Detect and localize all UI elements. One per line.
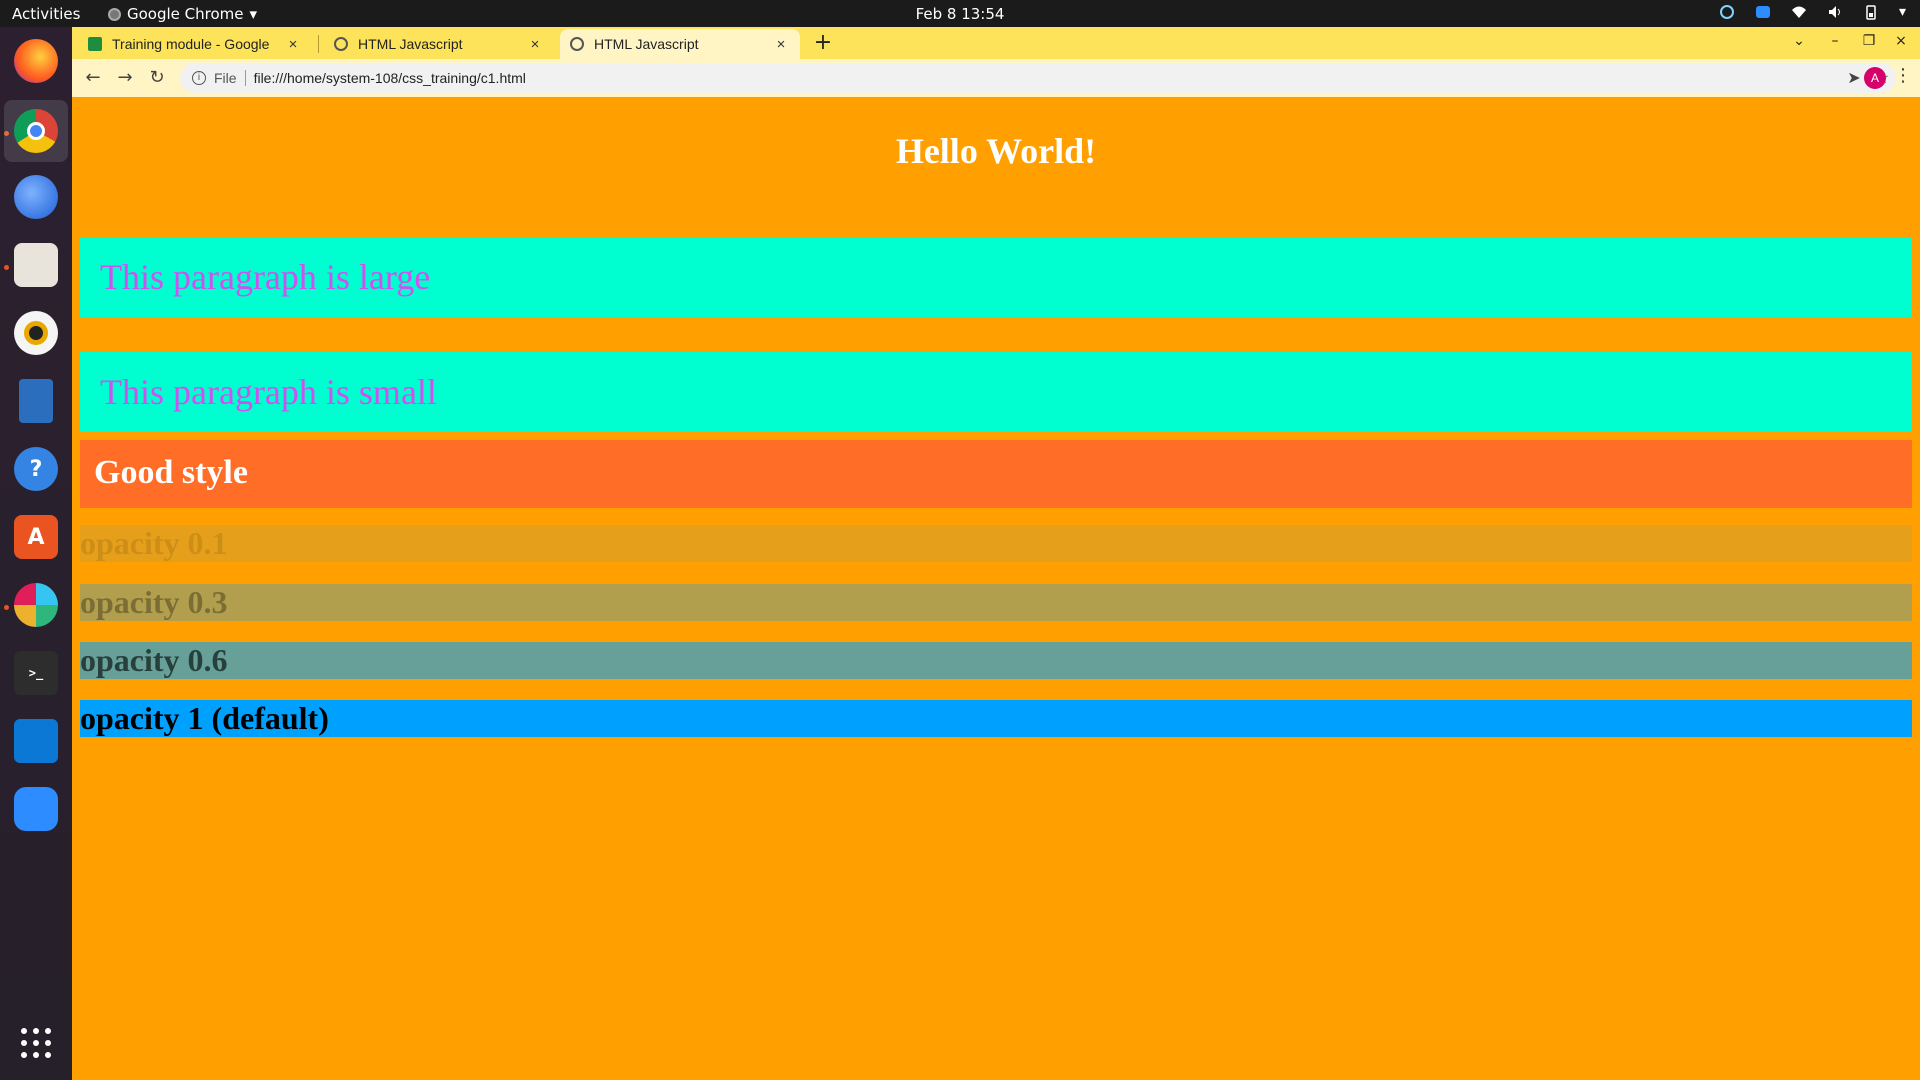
app-menu[interactable]: Google Chrome ▾ [108, 5, 257, 23]
chrome-icon [14, 109, 58, 153]
app-menu-label: Google Chrome [127, 5, 244, 23]
forward-button[interactable]: → [112, 65, 138, 91]
tab-title: HTML Javascript [358, 36, 463, 52]
opacity-bar-0-1: opacity 0.1 [80, 525, 1912, 562]
clock[interactable]: Feb 8 13:54 [0, 5, 1920, 23]
paragraph-small: This paragraph is small [80, 352, 1912, 432]
slack-icon [14, 583, 58, 627]
opacity-bar-background [80, 525, 1912, 562]
opacity-bar-background [80, 642, 1912, 679]
chevron-down-icon: ▾ [249, 5, 258, 23]
wifi-icon[interactable] [1791, 4, 1807, 20]
system-top-bar: Activities Google Chrome ▾ Feb 8 13:54 ▾ [0, 0, 1920, 27]
terminal-icon: >_ [14, 651, 58, 695]
system-tray[interactable]: ▾ [1719, 4, 1906, 20]
battery-icon[interactable] [1863, 4, 1879, 20]
opacity-bar-1-default: opacity 1 (default) [80, 700, 1912, 737]
tab-training-module[interactable]: Training module - Google × [78, 29, 312, 59]
writer-icon [19, 379, 53, 423]
volume-icon[interactable] [1827, 4, 1843, 20]
ubuntu-dock: ? A >_ [0, 27, 72, 1080]
zoom-tray-icon[interactable] [1755, 4, 1771, 20]
close-icon[interactable]: × [526, 36, 544, 53]
new-tab-button[interactable]: + [810, 31, 836, 57]
back-button[interactable]: ← [80, 65, 106, 91]
url-scheme-label: File [214, 70, 237, 86]
close-icon[interactable]: × [284, 36, 302, 53]
opacity-bar-label: opacity 1 (default) [80, 700, 329, 736]
good-style-heading: Good style [80, 440, 1912, 508]
system-menu-chevron-icon[interactable]: ▾ [1899, 4, 1906, 20]
close-icon[interactable]: × [772, 36, 790, 53]
dock-help[interactable]: ? [10, 443, 62, 495]
globe-icon [334, 37, 348, 51]
opacity-bar-background [80, 584, 1912, 621]
dock-software[interactable]: A [10, 511, 62, 563]
tab-title: HTML Javascript [594, 36, 699, 52]
chrome-small-icon [108, 7, 121, 21]
address-bar[interactable]: i File file:///home/system-108/css_train… [180, 63, 1896, 93]
dock-vscode[interactable] [10, 715, 62, 767]
page-content: Hello World! This paragraph is large Thi… [72, 97, 1920, 1080]
dock-show-applications[interactable] [10, 1017, 62, 1069]
dock-thunderbird[interactable] [10, 171, 62, 223]
minimize-button[interactable]: – [1824, 33, 1846, 49]
opacity-bar-0-3: opacity 0.3 [80, 584, 1912, 621]
restore-button[interactable]: ❐ [1858, 33, 1880, 49]
rhythmbox-icon [14, 311, 58, 355]
tab-strip: Training module - Google × HTML Javascri… [72, 27, 1920, 59]
url-divider [244, 70, 246, 86]
opacity-bar-label: opacity 0.3 [80, 584, 228, 620]
opacity-bar-label: opacity 0.6 [80, 642, 228, 678]
tab-separator [318, 35, 319, 53]
slack-tray-icon[interactable] [1719, 4, 1735, 20]
dock-rhythmbox[interactable] [10, 307, 62, 359]
sheets-icon [88, 37, 102, 51]
chrome-menu-icon[interactable]: ⋮ [1894, 65, 1912, 86]
running-indicator [4, 265, 9, 270]
dock-writer[interactable] [10, 375, 62, 427]
tab-html-javascript-1[interactable]: HTML Javascript × [324, 29, 554, 59]
help-icon: ? [14, 447, 58, 491]
vscode-icon [14, 719, 58, 763]
browser-toolbar: ← → ↻ i File file:///home/system-108/css… [72, 59, 1920, 97]
profile-avatar[interactable]: A [1864, 67, 1886, 89]
running-indicator [4, 605, 9, 610]
tab-title: Training module - Google [112, 36, 270, 52]
site-info-icon[interactable]: i [192, 71, 206, 85]
files-icon [14, 243, 58, 287]
dock-slack[interactable] [10, 579, 62, 631]
activities-button[interactable]: Activities [12, 5, 80, 23]
firefox-icon [14, 39, 58, 83]
url-text[interactable]: file:///home/system-108/css_training/c1.… [254, 70, 1840, 86]
opacity-bar-0-6: opacity 0.6 [80, 642, 1912, 679]
close-window-button[interactable]: × [1890, 33, 1912, 49]
show-applications-icon [21, 1028, 51, 1058]
dock-chrome[interactable] [4, 100, 68, 162]
thunderbird-icon [14, 175, 58, 219]
dock-files[interactable] [10, 239, 62, 291]
dock-terminal[interactable]: >_ [10, 647, 62, 699]
tab-search-button[interactable]: ⌄ [1788, 33, 1810, 49]
reload-button[interactable]: ↻ [144, 65, 170, 91]
software-icon: A [14, 515, 58, 559]
zoom-icon [14, 787, 58, 831]
dock-firefox[interactable] [10, 35, 62, 87]
opacity-bar-background [80, 700, 1912, 737]
opacity-bar-label: opacity 0.1 [80, 525, 228, 561]
chrome-window: Training module - Google × HTML Javascri… [72, 27, 1920, 1080]
dock-zoom[interactable] [10, 783, 62, 835]
globe-icon [570, 37, 584, 51]
paragraph-large: This paragraph is large [80, 237, 1912, 317]
page-heading: Hello World! [895, 131, 1097, 171]
tab-html-javascript-2[interactable]: HTML Javascript × [560, 29, 800, 59]
